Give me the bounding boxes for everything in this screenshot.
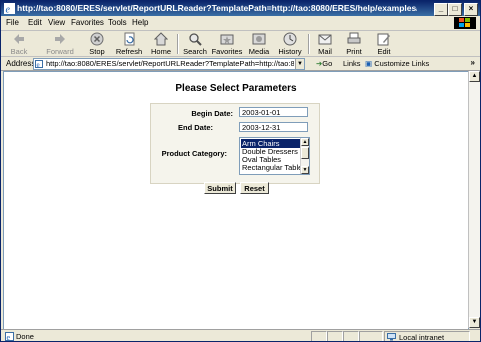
intranet-icon [387,333,396,341]
stop-button[interactable]: Stop [87,32,107,56]
history-icon [283,32,297,46]
link-page-icon: ▣ [365,59,373,68]
close-button[interactable]: × [464,3,478,16]
scroll-down-icon[interactable]: ▼ [301,166,309,174]
customize-links-link[interactable]: ▣ Customize Links [365,59,429,68]
forward-arrow-icon [55,34,65,44]
status-text: Done [16,332,34,341]
address-input[interactable]: e http://tao:8080/ERES/servlet/ReportURL… [33,58,305,70]
option-rectangular-tables[interactable]: Rectangular Tables [241,163,300,172]
forward-button[interactable]: Forward [45,32,75,56]
menu-file[interactable]: File [6,18,19,27]
printer-icon [347,32,361,44]
favorites-button[interactable]: Favorites [211,32,243,56]
page-content: Please Select Parameters Begin Date: 200… [3,71,469,330]
internet-explorer-icon: e [4,3,15,14]
address-bar: Address e http://tao:8080/ERES/servlet/R… [1,57,480,71]
back-label: Back [10,47,28,56]
history-label: History [278,47,302,56]
parameters-form: Begin Date: 2003-01-01 End Date: 2003-12… [150,103,320,184]
browser-window: e http://tao:8080/ERES/servlet/ReportURL… [0,0,481,342]
customize-links-label: Customize Links [374,59,430,68]
submit-button[interactable]: Submit [204,182,236,194]
maximize-button[interactable]: □ [448,3,462,16]
scroll-thumb[interactable] [301,147,309,159]
status-bar: e Done Local intranet [1,329,480,342]
menu-help[interactable]: Help [132,18,148,27]
home-icon [154,32,168,46]
status-cell [327,331,343,341]
stop-icon [90,32,104,46]
minimize-button[interactable]: _ [434,3,448,16]
mail-icon [318,34,332,45]
toolbar-separator [308,34,310,54]
stop-label: Stop [89,47,105,56]
page-icon: e [35,60,43,68]
print-label: Print [346,47,362,56]
toolbar-separator [177,34,179,54]
window-title: http://tao:8080/ERES/servlet/ReportURLRe… [17,3,417,13]
search-button[interactable]: Search [182,32,208,56]
address-label: Address [6,59,36,68]
windows-logo-icon [454,17,476,29]
mail-button[interactable]: Mail [313,32,337,56]
svg-text:e: e [7,333,11,341]
refresh-label: Refresh [115,47,143,56]
scroll-up-icon[interactable]: ▲ [469,71,480,82]
menu-bar: File Edit View Favorites Tools Help [1,16,480,31]
page-done-icon: e [5,332,14,341]
links-label[interactable]: Links [343,59,361,68]
search-icon [189,33,202,46]
listbox-scrollbar[interactable]: ▲ ▼ [300,138,309,174]
end-date-input[interactable]: 2003-12-31 [239,122,308,132]
history-button[interactable]: History [277,32,303,56]
status-cell [359,331,383,341]
reset-button[interactable]: Reset [240,182,269,194]
back-arrow-icon [14,34,24,44]
home-button[interactable]: Home [150,32,172,56]
mail-label: Mail [318,47,332,56]
page-title: Please Select Parameters [175,83,297,94]
search-label: Search [183,47,207,56]
scroll-up-icon[interactable]: ▲ [301,138,309,146]
edit-icon [377,33,390,46]
edit-label: Edit [377,47,391,56]
links-overflow-icon[interactable]: » [471,58,475,67]
menu-edit[interactable]: Edit [28,18,42,27]
address-dropdown-icon[interactable]: ▼ [295,59,304,69]
print-button[interactable]: Print [343,32,365,56]
home-label: Home [150,47,171,56]
favorites-label: Favorites [211,47,243,56]
status-cell [343,331,359,341]
security-zone: Local intranet [384,331,470,342]
refresh-button[interactable]: Refresh [115,32,143,56]
menu-tools[interactable]: Tools [108,18,127,27]
edit-button[interactable]: Edit [373,32,395,56]
menu-view[interactable]: View [48,18,65,27]
forward-label: Forward [46,47,74,56]
product-category-listbox[interactable]: Arm Chairs Double Dressers Oval Tables R… [239,137,310,175]
go-button[interactable]: ➔Go [316,59,332,68]
begin-date-input[interactable]: 2003-01-01 [239,107,308,117]
media-icon [252,33,266,45]
refresh-icon [124,32,135,46]
product-category-label: Product Category: [161,149,227,158]
back-button[interactable]: Back [7,32,31,56]
go-label: Go [322,59,333,68]
toolbar: Back Forward Stop Refresh Home Search Fa… [1,31,480,57]
zone-label: Local intranet [399,333,445,342]
page-scrollbar[interactable]: ▲ ▼ [468,71,480,328]
title-bar[interactable]: e http://tao:8080/ERES/servlet/ReportURL… [1,1,480,16]
end-date-label: End Date: [177,123,213,132]
media-button[interactable]: Media [247,32,271,56]
svg-text:e: e [37,61,40,68]
scroll-down-icon[interactable]: ▼ [469,317,480,328]
menu-favorites[interactable]: Favorites [71,18,104,27]
svg-text:e: e [6,5,11,15]
begin-date-label: Begin Date: [191,109,233,118]
address-url: http://tao:8080/ERES/servlet/ReportURLRe… [46,59,294,68]
favorites-icon [220,34,234,45]
media-label: Media [248,47,270,56]
status-cell [311,331,327,341]
